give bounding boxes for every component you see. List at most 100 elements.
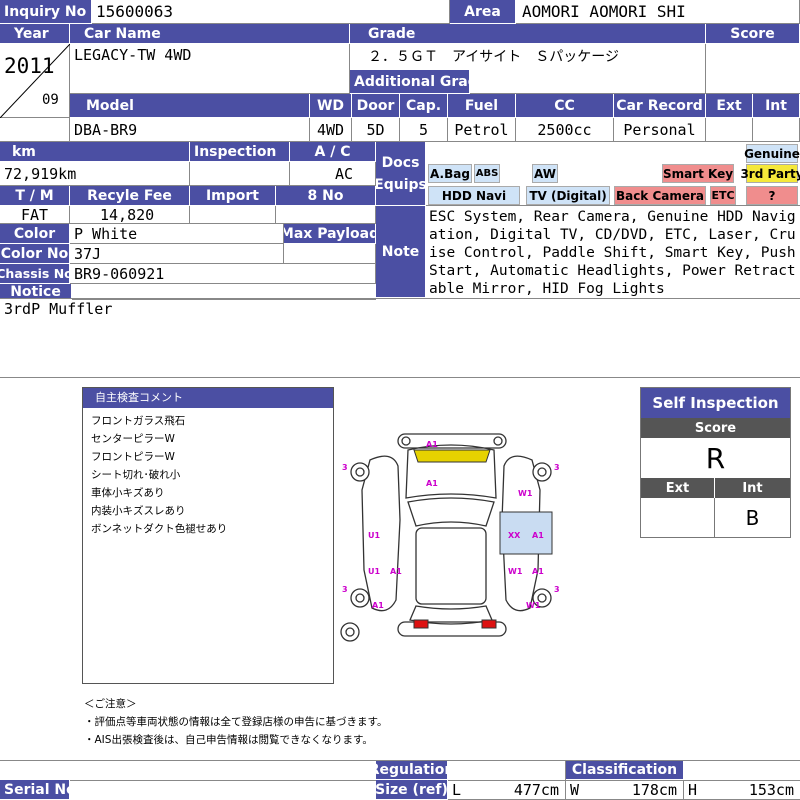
equip-abag: A.Bag — [428, 164, 472, 183]
tail-light-left — [413, 619, 429, 629]
notice-value: 3rdP Muffler — [4, 300, 113, 318]
size-height: H 153cm — [684, 780, 800, 800]
door-label: Door — [352, 94, 400, 118]
color-no-value: 37J — [70, 244, 284, 264]
notice-bottom-line — [0, 377, 800, 378]
color-label: Color — [0, 224, 70, 244]
unknown-badge: ? — [746, 186, 798, 205]
color-value: P White — [70, 224, 284, 244]
score-label: Score — [706, 24, 800, 44]
damage-mark: W1 — [508, 567, 523, 576]
ac-label: A / C — [290, 142, 376, 162]
size-w-value: 178cm — [631, 781, 677, 799]
self-ext-value — [641, 498, 715, 537]
damage-mark: A1 — [532, 567, 544, 576]
grade-label: Grade — [350, 24, 706, 44]
damage-mark: 3 — [554, 463, 560, 472]
damage-mark: A1 — [426, 440, 438, 449]
ext-label: Ext — [706, 94, 753, 118]
damage-mark: 3 — [342, 463, 348, 472]
fuel-value: Petrol — [448, 118, 516, 142]
model-label: Model — [70, 94, 310, 118]
self-score-value: R — [705, 441, 726, 475]
car-record-value: Personal — [614, 118, 706, 142]
grade-value: ２．５ＧＴ アイサイト Ｓパッケージ — [350, 44, 706, 70]
size-width: W 178cm — [566, 780, 684, 800]
car-damage-diagram: A1 A1 3 W1 3 U1 XX A1 U1 A1 W1 A1 3 A1 3… — [340, 433, 560, 642]
inquiry-no-value: 15600063 — [92, 0, 450, 24]
wd-label: WD — [310, 94, 352, 118]
spacer-cell — [0, 118, 70, 142]
equips-panel: A.Bag ABS AW Smart Key HDD Navi TV (Digi… — [426, 142, 800, 206]
self-ext-label: Ext — [641, 478, 715, 498]
size-l-value: 477cm — [513, 781, 559, 799]
tm-label: T / M — [0, 186, 70, 206]
caution-line: ・AIS出張検査後は、自己申告情報は閲覧できなくなります。 — [84, 734, 373, 746]
damage-mark: 3 — [554, 585, 560, 594]
third-party-badge: 3rd Party — [740, 164, 800, 183]
equip-aw: AW — [532, 164, 558, 183]
max-payload-label: Max Payload — [284, 224, 376, 244]
comment-item: フロントピラーW — [91, 451, 175, 463]
self-int-label: Int — [715, 478, 790, 498]
docs-label: Docs — [381, 154, 420, 171]
comment-item: シート切れ･破れ小 — [91, 469, 181, 481]
inquiry-no-label: Inquiry No — [0, 0, 92, 24]
self-inspection-box: Self Inspection Score R Ext Int B — [640, 387, 791, 538]
inspection-label: Inspection — [190, 142, 290, 162]
classification-value — [684, 761, 800, 780]
chassis-no-value: BR9-060921 — [70, 264, 376, 284]
chassis-no-label: Chassis No — [0, 264, 70, 284]
inspection-comments-list: フロントガラス飛石 センターピラーW フロントピラーW シート切れ･破れ小 車体… — [91, 412, 227, 538]
damage-mark: A1 — [372, 601, 384, 610]
eight-no-label: 8 No — [276, 186, 376, 206]
wd-value: 4WD — [310, 118, 352, 142]
year-value: 2011 — [4, 54, 55, 78]
genuine-badge: Genuine — [744, 144, 800, 163]
equip-back-camera: Back Camera — [614, 186, 706, 205]
comment-item: 内装小キズスレあり — [91, 505, 186, 517]
comment-item: センターピラーW — [91, 433, 175, 445]
car-name-label: Car Name — [70, 24, 350, 44]
size-w-label: W — [570, 781, 580, 799]
area-value: AOMORI AOMORI SHI — [516, 0, 800, 24]
size-h-value: 153cm — [748, 781, 794, 799]
eight-no-value — [276, 206, 376, 224]
size-length: L 477cm — [448, 780, 566, 800]
equips-label: Equips — [376, 176, 426, 193]
km-label: km — [0, 142, 190, 162]
regulation-label: Regulation — [376, 761, 448, 780]
serial-no-label: Serial No — [0, 780, 70, 800]
recycle-fee-label: Recyle Fee — [70, 186, 190, 206]
inspection-value — [190, 162, 290, 186]
import-value — [190, 206, 276, 224]
cc-value: 2500cc — [516, 118, 614, 142]
note-value: ESC System, Rear Camera, Genuine HDD Nav… — [429, 209, 796, 297]
int-value — [753, 118, 800, 142]
year-cell: 2011 09 — [0, 44, 70, 118]
equip-etc: ETC — [710, 186, 736, 205]
equip-tv-digital: TV (Digital) — [526, 186, 610, 205]
windshield-damage — [413, 449, 491, 463]
int-label: Int — [753, 94, 800, 118]
month-value: 09 — [42, 92, 59, 108]
car-record-label: Car Record — [614, 94, 706, 118]
caution-title: ＜ご注意＞ — [84, 698, 137, 710]
cc-label: CC — [516, 94, 614, 118]
equip-abs: ABS — [474, 164, 500, 183]
inspection-comments-box: 自主検査コメント フロントガラス飛石 センターピラーW フロントピラーW シート… — [82, 387, 334, 684]
damage-mark: A1 — [532, 531, 544, 540]
additional-grade-value — [470, 70, 706, 94]
tail-light-right — [481, 619, 497, 629]
regulation-value — [448, 761, 566, 780]
docs-equips-label: Docs Equips — [376, 142, 426, 206]
comment-item: 車体小キズあり — [91, 487, 165, 499]
comment-item: フロントガラス飛石 — [91, 415, 186, 427]
door-value: 5D — [352, 118, 400, 142]
notice-top-line — [0, 298, 800, 299]
self-inspection-title: Self Inspection — [641, 388, 790, 418]
damage-mark: W1 — [526, 601, 541, 610]
ac-value: AC — [290, 162, 376, 186]
size-ref-label: Size (ref) — [376, 780, 448, 800]
classification-label: Classification — [566, 761, 684, 780]
